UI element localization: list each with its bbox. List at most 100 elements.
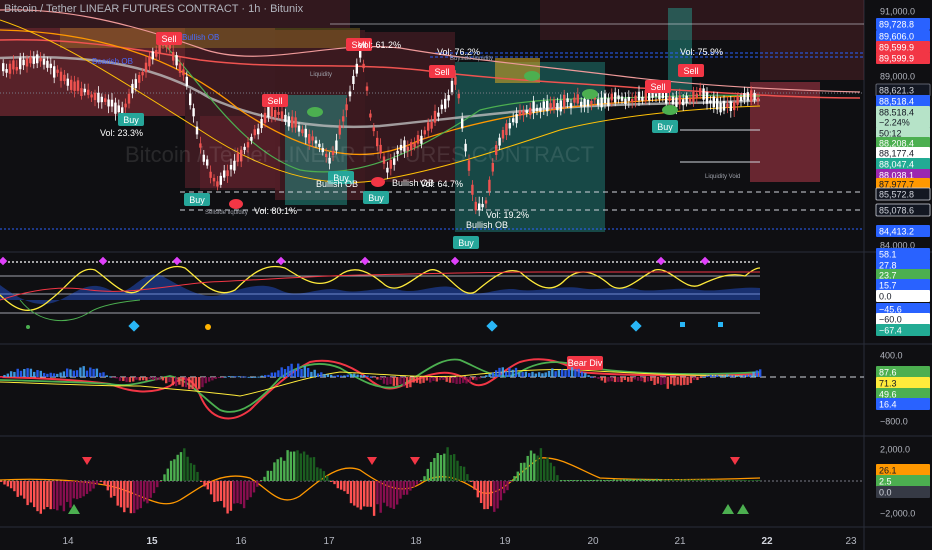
histogram-bar <box>109 481 113 498</box>
macd-bar <box>168 377 171 383</box>
candle-body <box>100 96 103 103</box>
histogram-bar <box>36 481 39 512</box>
candle-body <box>144 62 148 73</box>
histogram-bar <box>286 450 289 481</box>
candle-body <box>267 106 270 118</box>
candle-body <box>566 98 569 103</box>
macd-bar <box>3 374 6 377</box>
histogram-bar <box>319 468 322 481</box>
macd-bar <box>237 376 240 378</box>
macd-bar <box>491 372 495 377</box>
date-label: 15 <box>146 536 158 547</box>
macd-bar <box>528 373 531 377</box>
candle-body <box>607 98 610 107</box>
macd-bar <box>231 376 234 378</box>
candle-body <box>274 110 277 118</box>
macd-bar <box>627 377 630 382</box>
candle-body <box>654 93 658 97</box>
macd-bar <box>752 371 755 377</box>
histogram-bar <box>698 479 701 481</box>
date-label: 23 <box>845 536 857 547</box>
histogram-bar <box>200 481 203 482</box>
histogram-bar <box>339 481 343 490</box>
macd-bar <box>643 377 646 383</box>
macd-bar <box>567 369 570 377</box>
histogram-bar <box>209 481 213 495</box>
histogram-bar <box>369 481 372 507</box>
candle-body <box>280 111 284 119</box>
macd-bar <box>138 377 141 381</box>
histogram-bar <box>52 481 56 509</box>
histogram-bar <box>486 481 489 510</box>
svg-text:2.5: 2.5 <box>879 477 892 487</box>
candle-body <box>66 78 69 86</box>
candle-body <box>386 167 389 173</box>
histogram-bar <box>629 479 632 481</box>
histogram-bar <box>744 480 748 481</box>
macd-bar <box>356 374 359 377</box>
histogram-bar <box>260 480 263 481</box>
macd-bar <box>19 370 23 377</box>
macd-bar <box>531 371 534 377</box>
macd-bar <box>577 368 580 377</box>
candle-body <box>610 93 613 101</box>
macd-bar <box>204 377 207 384</box>
svg-text:0.0: 0.0 <box>879 488 892 498</box>
price-tick: 91,000.0 <box>880 7 915 17</box>
histogram-pane <box>0 447 864 516</box>
histogram-bar <box>725 479 728 481</box>
macd-bar <box>376 377 379 380</box>
candle-body <box>59 71 63 81</box>
histogram-bar <box>309 457 312 481</box>
candle-body <box>688 98 692 102</box>
sell-signal: Sell <box>262 94 288 107</box>
macd-bar <box>379 377 382 380</box>
candle-body <box>369 113 372 118</box>
time-axis[interactable]: 14 15 16 17 18 19 20 21 22 23 <box>62 536 857 547</box>
macd-bar <box>207 377 211 382</box>
macd-bar <box>369 376 372 378</box>
macd-bar <box>267 374 270 377</box>
candle-body <box>552 99 556 110</box>
macd-bar <box>666 377 669 389</box>
macd-bar <box>217 377 221 379</box>
candle-body <box>430 122 433 129</box>
histogram-bar <box>589 480 593 481</box>
svg-text:0.0: 0.0 <box>879 292 892 302</box>
histogram-bar <box>322 471 326 481</box>
price-axis[interactable]: 91,000.090,000.089,000.084,000.089,728.8… <box>875 7 931 519</box>
macd-bar <box>485 375 488 377</box>
histogram-bar <box>49 481 52 510</box>
osc-tag: −67.4 <box>876 324 930 336</box>
svg-text:Bullish OB: Bullish OB <box>392 178 434 188</box>
histogram-bar <box>489 481 493 507</box>
macd-bar <box>336 375 339 377</box>
histogram-bar <box>509 481 512 482</box>
histogram-bar <box>379 481 382 513</box>
histogram-bar <box>233 481 236 504</box>
histogram-bar <box>556 475 559 481</box>
candle-body <box>637 91 641 101</box>
candle-body <box>297 125 301 132</box>
histogram-bar <box>632 479 635 481</box>
histogram-bar <box>423 476 426 481</box>
histogram-bar <box>563 480 566 481</box>
candle-body <box>355 63 358 74</box>
macd-bar <box>141 377 145 381</box>
candle-body <box>535 107 539 112</box>
candle-body <box>427 122 430 131</box>
candle-body <box>750 90 753 102</box>
macd-bar <box>102 372 105 377</box>
macd-bar <box>264 375 267 377</box>
histogram-bar <box>59 481 62 506</box>
chart-canvas[interactable]: Bitcoin / Tether LINEAR FUTURES CONTRACT… <box>0 0 932 550</box>
histogram-bar <box>259 481 262 482</box>
candle-body <box>104 98 107 102</box>
macd-bar <box>224 376 227 378</box>
candle-body <box>124 103 127 108</box>
candle-body <box>546 100 549 112</box>
macd-bar <box>610 377 613 382</box>
macd-bar <box>181 377 184 387</box>
svg-text:Buy: Buy <box>189 195 205 205</box>
macd-bar <box>722 375 726 377</box>
